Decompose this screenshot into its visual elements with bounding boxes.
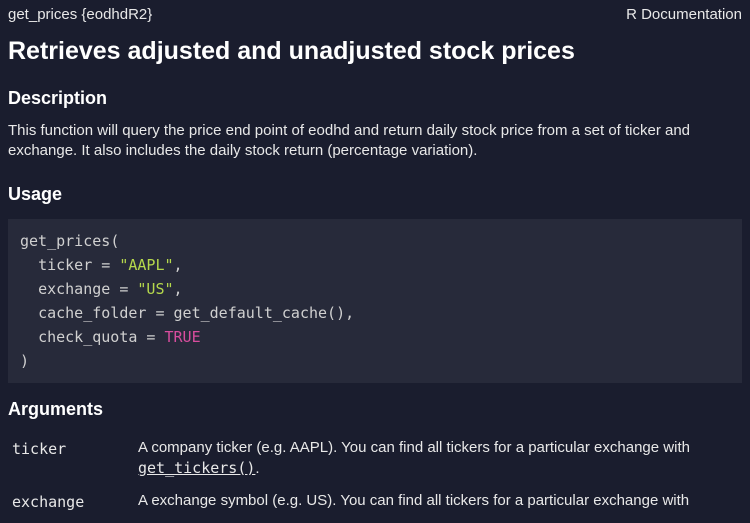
usage-param-cache-key: cache_folder [38,304,146,322]
argument-description: A company ticker (e.g. AAPL). You can fi… [138,438,742,480]
usage-param-cache-val: get_default_cache() [174,304,346,322]
usage-param-check-key: check_quota [38,328,137,346]
description-heading: Description [0,80,750,115]
usage-param-ticker-val: "AAPL" [119,256,173,274]
argument-desc-text: A exchange symbol (e.g. US). You can fin… [138,492,689,509]
argument-link[interactable]: get_tickers() [138,459,255,477]
argument-row: ticker A company ticker (e.g. AAPL). You… [8,432,742,486]
paren-open: ( [110,232,119,250]
arguments-heading: Arguments [0,391,750,426]
usage-heading: Usage [0,176,750,211]
argument-name: ticker [8,438,138,458]
usage-param-exchange-key: exchange [38,280,110,298]
argument-description: A exchange symbol (e.g. US). You can fin… [138,491,689,511]
doc-type-label: R Documentation [626,6,742,23]
usage-code-block: get_prices( ticker = "AAPL", exchange = … [8,219,742,383]
usage-param-check-val: TRUE [165,328,201,346]
argument-desc-post: . [255,460,259,477]
page-title: Retrieves adjusted and unadjusted stock … [0,27,750,80]
arguments-table: ticker A company ticker (e.g. AAPL). You… [0,426,750,523]
usage-param-exchange-val: "US" [137,280,173,298]
description-text: This function will query the price end p… [0,115,750,176]
function-package-label: get_prices {eodhdR2} [8,6,152,23]
paren-close: ) [20,352,29,370]
argument-desc-text: A company ticker (e.g. AAPL). You can fi… [138,439,690,456]
usage-param-ticker-key: ticker [38,256,92,274]
doc-header: get_prices {eodhdR2} R Documentation [0,0,750,27]
argument-row: exchange A exchange symbol (e.g. US). Yo… [8,485,742,517]
usage-fn: get_prices [20,232,110,250]
argument-name: exchange [8,491,138,511]
